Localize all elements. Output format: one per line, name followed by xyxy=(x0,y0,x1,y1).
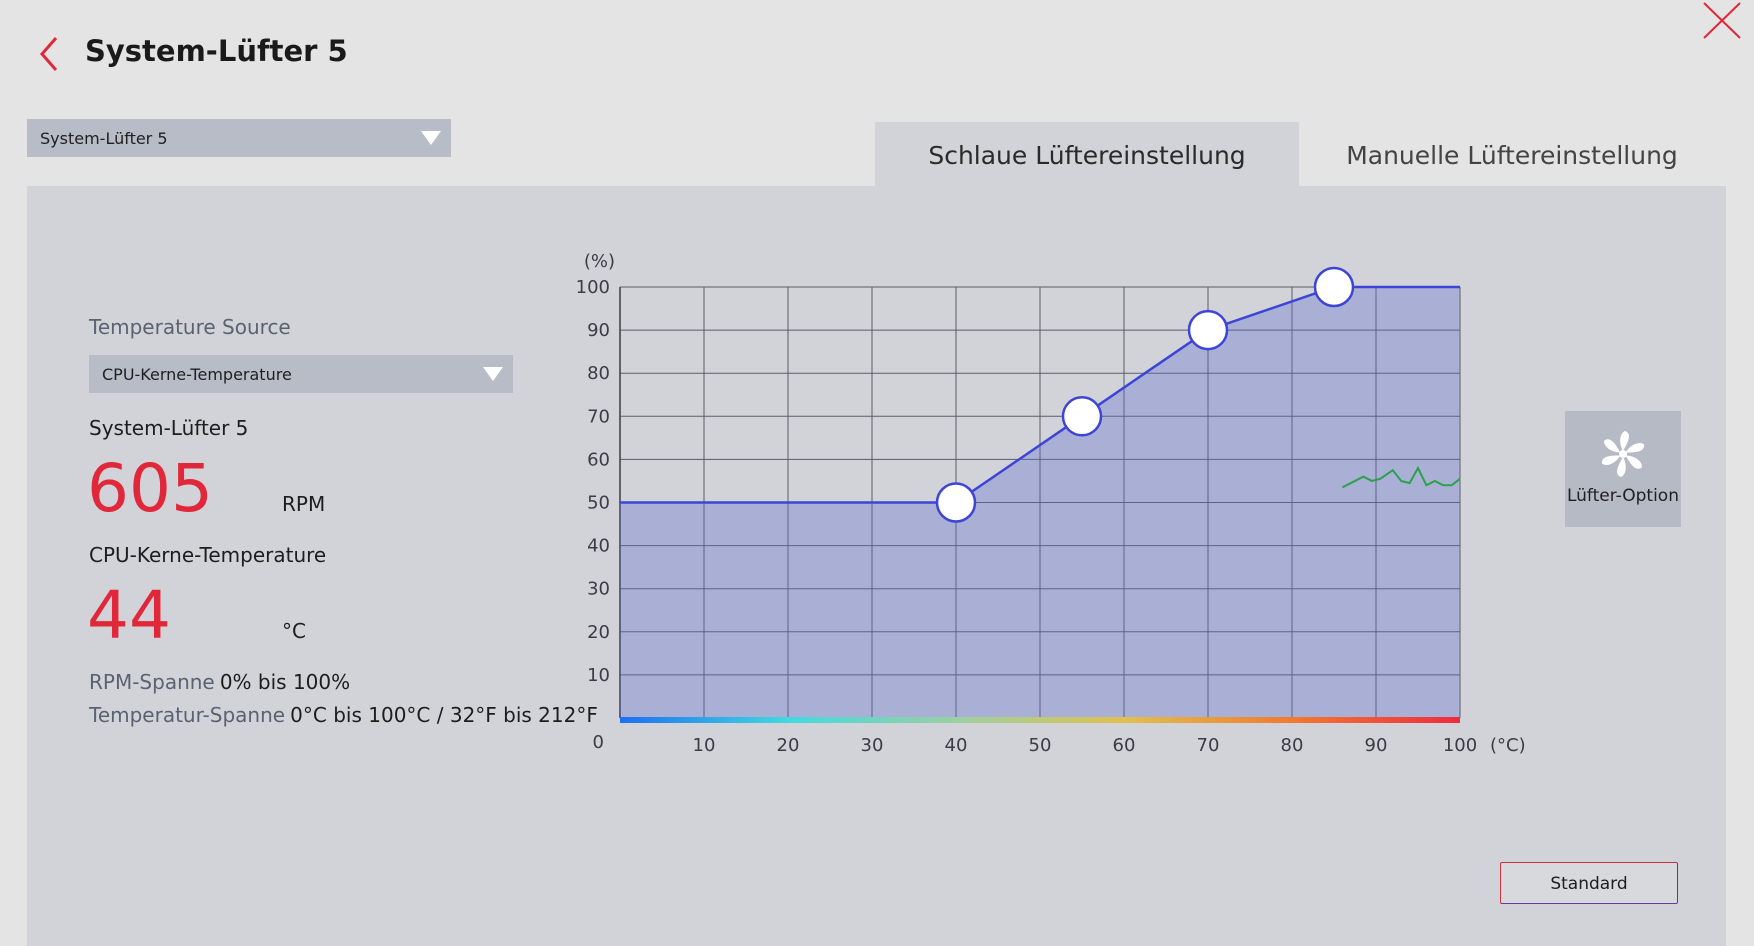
triangle-down-icon xyxy=(483,367,503,381)
y-axis-unit-label: (%) xyxy=(584,251,615,272)
rpm-unit: RPM xyxy=(282,492,326,516)
fan-icon xyxy=(1602,431,1644,477)
fan-name-label: System-Lüfter 5 xyxy=(89,416,249,440)
y-tick-label: 10 xyxy=(587,665,610,686)
y-tick-label: 20 xyxy=(587,622,610,643)
page-title: System-Lüfter 5 xyxy=(85,34,348,68)
x-tick-label: 70 xyxy=(1197,735,1220,756)
x-tick-label: 100 xyxy=(1443,735,1477,756)
curve-control-point[interactable] xyxy=(935,482,977,523)
origin-label: 0 xyxy=(593,732,604,753)
triangle-down-icon xyxy=(421,131,441,145)
rpm-range-label: RPM-Spanne xyxy=(89,670,215,694)
y-tick-label: 30 xyxy=(587,579,610,600)
tab-smart-fan-setting[interactable]: Schlaue Lüftereinstellung xyxy=(875,122,1299,186)
x-tick-label: 90 xyxy=(1365,735,1388,756)
y-tick-label: 40 xyxy=(587,536,610,557)
y-tick-label: 60 xyxy=(587,449,610,470)
y-tick-label: 80 xyxy=(587,363,610,384)
standard-button[interactable]: Standard xyxy=(1500,862,1678,904)
temp-source-value: CPU-Kerne-Temperature xyxy=(102,365,292,384)
x-tick-label: 20 xyxy=(777,735,800,756)
y-tick-label: 100 xyxy=(576,277,610,298)
close-button[interactable] xyxy=(1700,0,1744,42)
curve-control-point[interactable] xyxy=(1187,309,1229,351)
curve-control-point[interactable] xyxy=(1313,266,1355,308)
fan-option-label: Lüfter-Option xyxy=(1566,486,1679,506)
y-tick-label: 70 xyxy=(587,406,610,427)
temp-range: Temperatur-Spanne 0°C bis 100°C / 32°F b… xyxy=(89,703,598,727)
x-tick-label: 50 xyxy=(1029,735,1052,756)
fan-select-value: System-Lüfter 5 xyxy=(40,129,168,148)
temperature-gradient-bar xyxy=(620,717,1460,723)
rpm-value: 605 xyxy=(87,450,213,527)
x-tick-label: 80 xyxy=(1281,735,1304,756)
temp-unit: °C xyxy=(282,619,306,643)
tab-manual-fan-setting[interactable]: Manuelle Lüftereinstellung xyxy=(1299,122,1725,186)
y-tick-label: 50 xyxy=(587,493,610,514)
rpm-range-value: 0% bis 100% xyxy=(219,670,351,694)
temp-range-value: 0°C bis 100°C / 32°F bis 212°F xyxy=(290,703,598,727)
temp-name-label: CPU-Kerne-Temperature xyxy=(89,543,327,567)
y-tick-label: 90 xyxy=(587,320,610,341)
temp-range-label: Temperatur-Spanne xyxy=(89,703,286,727)
x-tick-label: 60 xyxy=(1113,735,1136,756)
fan-option-button[interactable]: Lüfter-Option xyxy=(1565,411,1681,527)
back-button[interactable] xyxy=(36,34,62,74)
fan-curve-chart[interactable]: 10 20 30 40 50 60 70 80 90 100 10 20 30 40 50 60 70 80 90 1… xyxy=(560,240,1540,770)
temp-source-dropdown[interactable]: CPU-Kerne-Temperature xyxy=(89,355,513,393)
x-axis-unit-label: (°C) xyxy=(1490,735,1526,756)
x-tick-label: 30 xyxy=(861,735,884,756)
temp-source-label: Temperature Source xyxy=(89,315,291,339)
x-tick-label: 10 xyxy=(693,735,716,756)
rpm-range: RPM-Spanne 0% bis 100% xyxy=(89,670,350,694)
close-icon xyxy=(1703,2,1741,39)
curve-control-point[interactable] xyxy=(1061,396,1103,437)
chevron-left-icon xyxy=(40,37,58,71)
fan-select-dropdown[interactable]: System-Lüfter 5 xyxy=(27,119,451,157)
x-tick-label: 40 xyxy=(945,735,968,756)
temp-value: 44 xyxy=(87,577,171,654)
